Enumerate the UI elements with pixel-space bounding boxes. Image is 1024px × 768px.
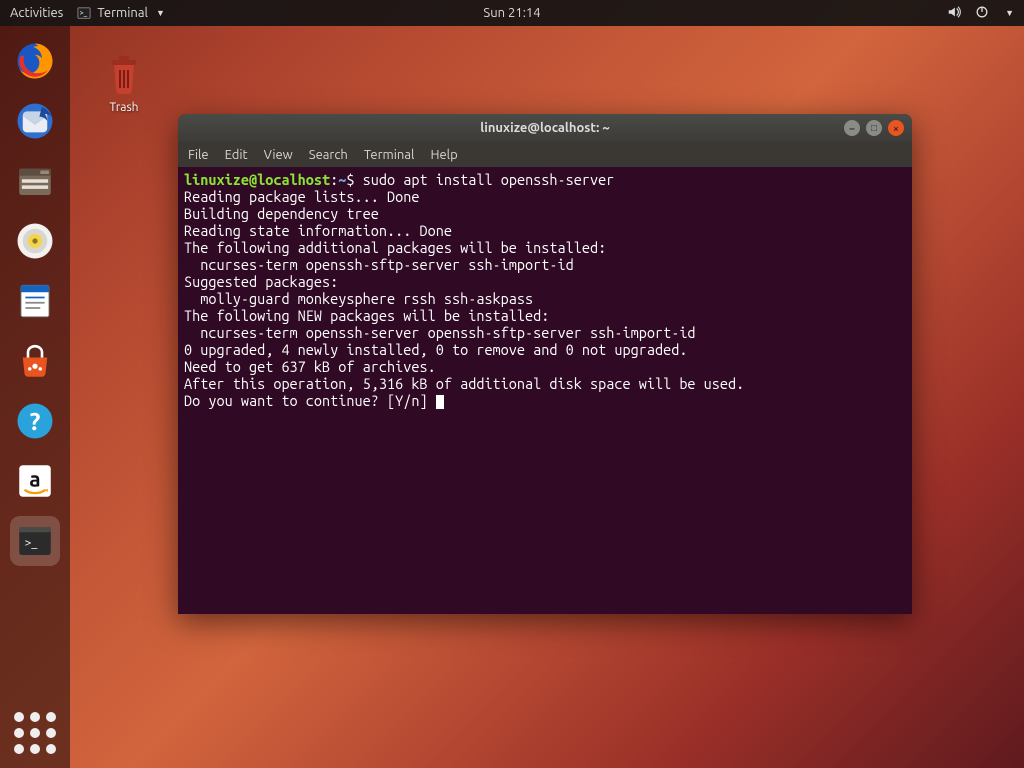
window-minimize-button[interactable]: –	[844, 120, 860, 136]
menu-file[interactable]: File	[188, 148, 209, 162]
terminal-window: linuxize@localhost: ~ – □ × File Edit Vi…	[178, 114, 912, 614]
svg-text:>_: >_	[25, 536, 39, 549]
chevron-down-icon[interactable]: ▼	[1005, 8, 1014, 18]
trash-icon	[100, 50, 148, 98]
svg-text:a: a	[29, 466, 40, 490]
menu-terminal[interactable]: Terminal	[364, 148, 415, 162]
svg-text:?: ?	[30, 407, 41, 435]
dock-writer[interactable]	[10, 276, 60, 326]
dock-terminal[interactable]: >_	[10, 516, 60, 566]
app-menu[interactable]: >_ Terminal▼	[77, 6, 165, 20]
dock-rhythmbox[interactable]	[10, 216, 60, 266]
chevron-down-icon: ▼	[156, 8, 165, 18]
dock: ? a >_	[0, 26, 70, 768]
dock-firefox[interactable]	[10, 36, 60, 86]
terminal-body[interactable]: linuxize@localhost:~$ sudo apt install o…	[178, 167, 912, 614]
top-bar: Activities >_ Terminal▼ Sun 21:14 ▼	[0, 0, 1024, 26]
show-apps-button[interactable]	[14, 712, 56, 754]
volume-icon[interactable]	[947, 5, 961, 22]
menu-search[interactable]: Search	[309, 148, 348, 162]
dock-software[interactable]	[10, 336, 60, 386]
clock[interactable]: Sun 21:14	[483, 6, 540, 20]
window-menubar: File Edit View Search Terminal Help	[178, 142, 912, 167]
desktop-trash[interactable]: Trash	[100, 50, 148, 114]
window-titlebar[interactable]: linuxize@localhost: ~ – □ ×	[178, 114, 912, 142]
terminal-icon: >_	[77, 6, 91, 20]
dock-help[interactable]: ?	[10, 396, 60, 446]
window-close-button[interactable]: ×	[888, 120, 904, 136]
activities-button[interactable]: Activities	[10, 6, 63, 20]
menu-help[interactable]: Help	[430, 148, 457, 162]
power-icon[interactable]	[975, 5, 989, 22]
window-title: linuxize@localhost: ~	[480, 121, 609, 135]
svg-text:>_: >_	[80, 9, 88, 17]
window-maximize-button[interactable]: □	[866, 120, 882, 136]
dock-files[interactable]	[10, 156, 60, 206]
menu-edit[interactable]: Edit	[225, 148, 248, 162]
trash-label: Trash	[100, 101, 148, 114]
dock-thunderbird[interactable]	[10, 96, 60, 146]
dock-amazon[interactable]: a	[10, 456, 60, 506]
menu-view[interactable]: View	[264, 148, 293, 162]
